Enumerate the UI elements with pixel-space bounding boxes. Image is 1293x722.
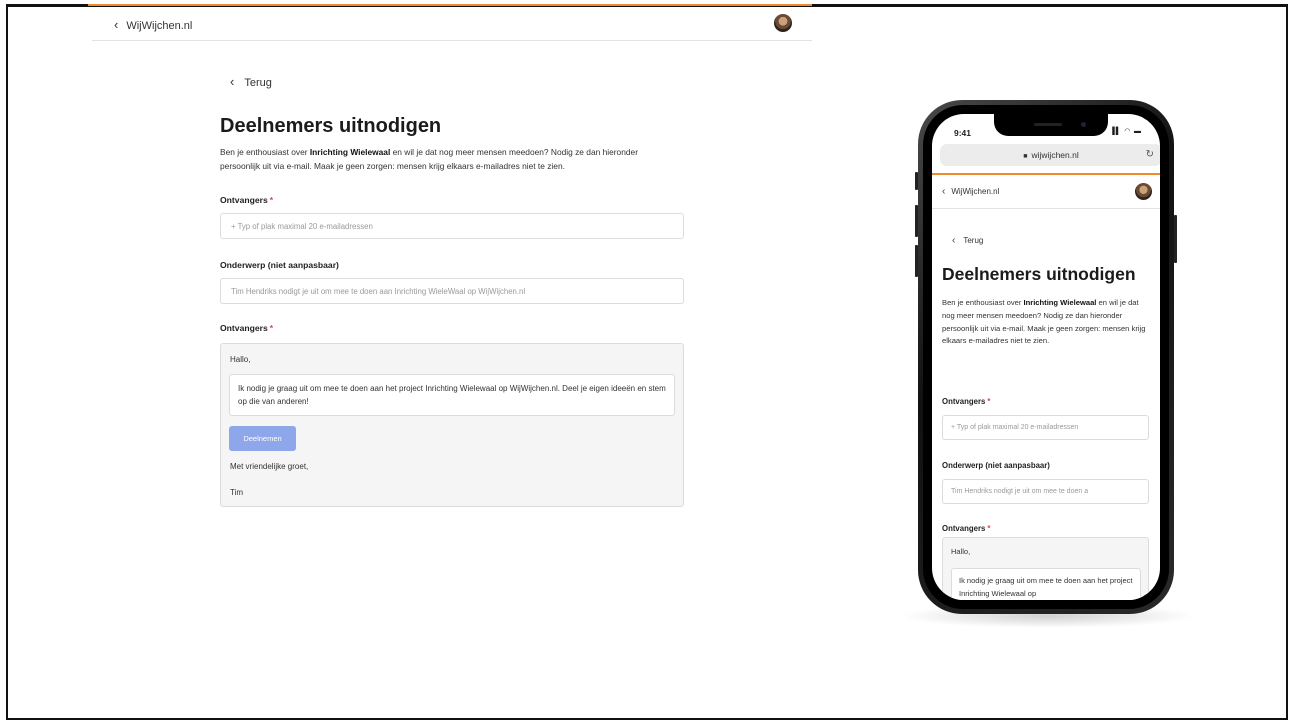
phone-screen: 9:41 ▐▌ ◠ ▬ ■ wijwijchen.nl ↻ ‹ WijWijchen…	[932, 114, 1160, 600]
message-label: Ontvangers *	[220, 323, 273, 333]
phone-intro-text: Ben je enthousiast over Inrichting Wiele…	[942, 297, 1150, 348]
phone-recipients-label-text: Ontvangers	[942, 397, 986, 406]
home-back-link[interactable]: ‹ WijWijchen.nl	[114, 17, 192, 32]
back-link[interactable]: ‹ Terug	[230, 74, 272, 89]
speaker-grille	[1034, 123, 1062, 126]
recipients-placeholder: + Typ of plak maximal 20 e-mailadressen	[231, 222, 373, 231]
intro-project-name: Inrichting Wielewaal	[309, 147, 391, 157]
avatar[interactable]	[774, 14, 792, 32]
phone-intro-project-name: Inrichting Wielewaal	[1023, 298, 1097, 307]
avatar[interactable]	[1135, 183, 1152, 200]
message-preview: Hallo, Ik nodig je graag uit om mee te d…	[220, 343, 684, 507]
status-time: 9:41	[954, 128, 972, 138]
required-mark: *	[269, 323, 274, 333]
phone-bezel: 9:41 ▐▌ ◠ ▬ ■ wijwijchen.nl ↻ ‹ WijWijchen…	[923, 105, 1169, 609]
phone-recipients-placeholder: + Typ of plak maximal 20 e-mailadressen	[951, 424, 1079, 431]
recipients-label-text: Ontvangers	[220, 195, 268, 205]
lock-icon: ■	[1023, 153, 1028, 160]
phone-message-preview: Hallo, Ik nodig je graag uit om mee te d…	[942, 537, 1149, 600]
phone-page-title: Deelnemers uitnodigen	[942, 264, 1136, 284]
browser-url-bar[interactable]: ■ wijwijchen.nl ↻	[940, 144, 1160, 166]
phone-message-body-input[interactable]: Ik nodig je graag uit om mee te doen aan…	[951, 568, 1141, 600]
message-greeting: Hallo,	[230, 355, 251, 364]
chevron-left-icon: ‹	[942, 186, 946, 197]
subject-field: Tim Hendriks nodigt je uit om mee te doe…	[220, 278, 684, 304]
back-link-label: Terug	[244, 77, 272, 89]
intro-text: Ben je enthousiast over Inrichting Wiele…	[220, 146, 680, 173]
message-signature: Tim	[230, 488, 244, 497]
join-button[interactable]: Deelnemen	[229, 426, 296, 451]
phone-back-link-label: Terug	[963, 236, 984, 245]
top-accent-bar	[88, 4, 812, 6]
reload-icon[interactable]: ↻	[1146, 144, 1154, 166]
phone-message-greeting: Hallo,	[951, 547, 971, 556]
phone-home-back-link[interactable]: ‹ WijWijchen.nl	[942, 186, 999, 197]
phone-back-link[interactable]: ‹ Terug	[952, 235, 983, 246]
phone-subject-value: Tim Hendriks nodigt je uit om mee te doe…	[951, 488, 1089, 495]
phone-recipients-label: Ontvangers *	[942, 397, 990, 406]
status-icons: ▐▌ ◠ ▬	[1110, 127, 1142, 135]
chevron-left-icon: ‹	[952, 235, 956, 246]
message-body-input[interactable]: Ik nodig je graag uit om mee te doen aan…	[229, 374, 675, 416]
page-title: Deelnemers uitnodigen	[220, 115, 442, 137]
phone-recipients-input[interactable]: + Typ of plak maximal 20 e-mailadressen	[942, 415, 1149, 440]
phone-subject-label: Onderwerp (niet aanpasbaar)	[942, 461, 1050, 470]
signal-icon: ▐▌	[1109, 128, 1122, 135]
phone-site-name: WijWijchen.nl	[951, 187, 1000, 196]
recipients-input[interactable]: + Typ of plak maximal 20 e-mailadressen	[220, 213, 684, 239]
message-closing: Met vriendelijke groet,	[230, 462, 309, 471]
subject-value: Tim Hendriks nodigt je uit om mee te doe…	[231, 287, 526, 296]
intro-part-1: Ben je enthousiast over	[220, 147, 310, 157]
chevron-left-icon: ‹	[114, 17, 119, 32]
url-text: wijwijchen.nl	[1031, 150, 1079, 160]
message-label-text: Ontvangers	[220, 323, 268, 333]
required-mark: *	[269, 195, 274, 205]
phone-power-button	[1174, 215, 1177, 263]
site-name: WijWijchen.nl	[126, 20, 193, 32]
phone-message-label-text: Ontvangers	[942, 524, 986, 533]
phone-mockup: 9:41 ▐▌ ◠ ▬ ■ wijwijchen.nl ↻ ‹ WijWijchen…	[918, 100, 1174, 614]
required-mark: *	[987, 397, 991, 406]
phone-intro-part-1: Ben je enthousiast over	[942, 298, 1024, 307]
phone-notch	[994, 114, 1108, 136]
subject-label: Onderwerp (niet aanpasbaar)	[220, 260, 339, 270]
camera-icon	[1081, 122, 1086, 127]
wifi-icon: ◠	[1124, 128, 1132, 135]
chevron-left-icon: ‹	[230, 74, 235, 89]
battery-icon: ▬	[1134, 128, 1142, 135]
site-header: ‹ WijWijchen.nl	[92, 8, 812, 41]
phone-site-header: ‹ WijWijchen.nl	[932, 175, 1160, 209]
recipients-label: Ontvangers *	[220, 195, 273, 205]
required-mark: *	[987, 524, 991, 533]
phone-message-label: Ontvangers *	[942, 524, 990, 533]
phone-subject-field: Tim Hendriks nodigt je uit om mee te doe…	[942, 479, 1149, 504]
